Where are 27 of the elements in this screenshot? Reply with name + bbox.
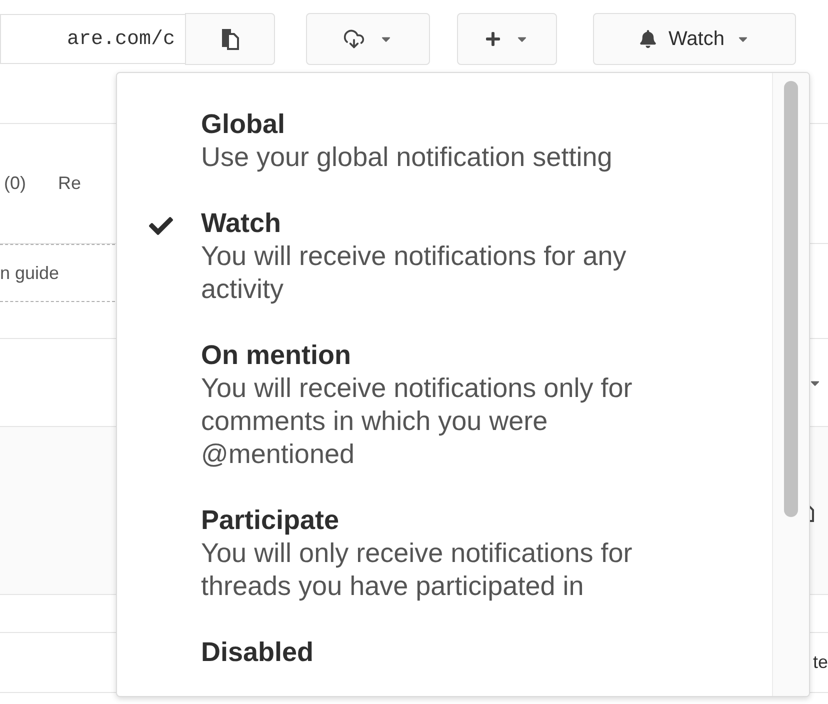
action-label[interactable]: te — [812, 652, 828, 673]
notification-option[interactable]: Participate You will only receive notifications for threads you have participated in — [117, 504, 772, 603]
notification-option[interactable]: Disabled — [117, 636, 772, 672]
add-dropdown-button[interactable] — [457, 13, 557, 65]
watch-button[interactable]: Watch — [593, 13, 796, 65]
option-description: You will receive notifications only for comments in which you were @mentioned — [201, 372, 634, 471]
option-description: You will receive notifications for any activity — [201, 240, 628, 306]
notification-option[interactable]: Global Use your global notification setting — [117, 108, 772, 174]
option-title: On mention — [201, 339, 352, 372]
guide-link[interactable]: n guide — [0, 262, 60, 284]
copy-icon — [221, 28, 239, 50]
download-dropdown-button[interactable] — [306, 13, 430, 65]
plus-icon — [485, 31, 501, 47]
bell-icon — [638, 30, 657, 48]
option-description: You will only receive notifications for threads you have participated in — [201, 537, 634, 603]
tab-label[interactable]: Re — [58, 173, 82, 194]
scrollbar-thumb[interactable] — [784, 81, 798, 517]
option-description: Use your global notification setting — [201, 141, 614, 174]
copy-button[interactable] — [185, 13, 275, 65]
tab-count: (0) — [4, 173, 26, 194]
option-title: Global — [201, 108, 286, 141]
notification-option[interactable]: Watch You will receive notifications for any activity — [117, 207, 772, 306]
option-title: Disabled — [201, 636, 315, 669]
option-title: Participate — [201, 504, 340, 537]
notification-option[interactable]: On mention You will receive notifications only for comments in which you were @mentioned — [117, 339, 772, 471]
cloud-download-icon — [343, 28, 365, 50]
option-title: Watch — [201, 207, 282, 240]
